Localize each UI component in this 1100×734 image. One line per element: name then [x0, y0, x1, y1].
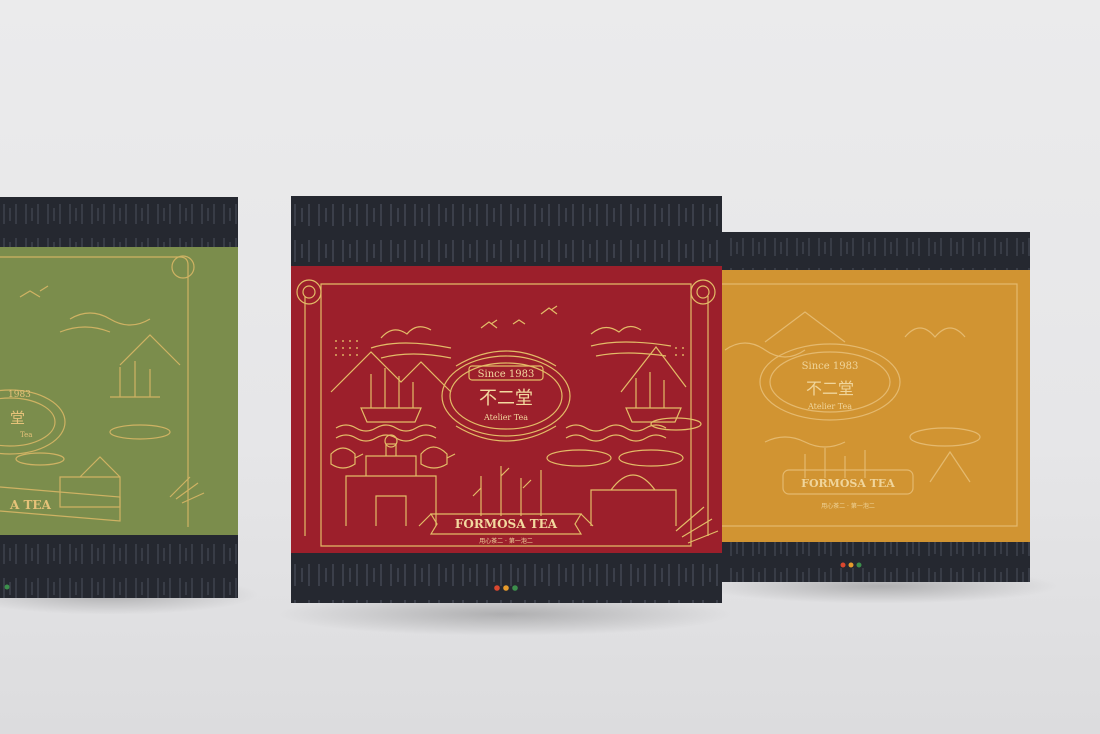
red-brand-cn: 不二堂: [479, 388, 533, 409]
red-since-text: Since 1983: [478, 369, 535, 380]
orange-dot-orange: [848, 562, 854, 568]
red-ribbon-text: FORMOSA TEA: [455, 517, 558, 531]
orange-ribbon-text: FORMOSA TEA: [801, 477, 895, 490]
orange-dot-red: [840, 562, 846, 568]
orange-since-text: Since 1983: [802, 361, 859, 372]
red-brand-en: Atelier Tea: [483, 413, 528, 422]
red-dot-orange: [503, 585, 509, 591]
green-ribbon-text: A TEA: [9, 498, 52, 512]
orange-brand-cn: 不二堂: [806, 379, 854, 398]
green-dot: [4, 584, 10, 590]
red-motto-text: 用心茶二 · 第一泡二: [479, 537, 533, 545]
orange-box-illustration: Since 1983 不二堂 Atelier Tea FORMOSA TEA 用…: [705, 232, 1030, 582]
orange-brand-en: Atelier Tea: [807, 402, 852, 411]
green-box-illustration: 1983 堂 Tea A TEA: [0, 197, 238, 598]
red-dot-green: [512, 585, 518, 591]
green-tea-box: 1983 堂 Tea A TEA: [0, 197, 238, 598]
green-partial-en: Tea: [20, 431, 32, 439]
orange-motto-text: 用心茶二 · 第一泡二: [821, 502, 875, 510]
red-dot-red: [494, 585, 500, 591]
orange-dot-green: [856, 562, 862, 568]
red-box-illustration: Since 1983 不二堂 Atelier Tea FORMOSA TEA 用…: [291, 196, 722, 603]
orange-tea-box: Since 1983 不二堂 Atelier Tea FORMOSA TEA 用…: [705, 232, 1030, 582]
green-partial-year: 1983: [8, 390, 31, 400]
red-tea-box: Since 1983 不二堂 Atelier Tea FORMOSA TEA 用…: [291, 196, 722, 603]
green-partial-brand: 堂: [10, 409, 25, 427]
